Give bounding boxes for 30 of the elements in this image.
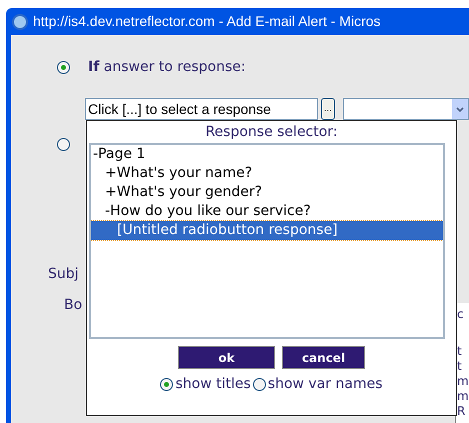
dialog-button[interactable]: cancel (282, 346, 365, 369)
response-list[interactable]: -Page 1 +What's your name? +What's your gender? -How do you like our service? [Untitled radiobutton response] (89, 143, 445, 339)
browse-button[interactable]: ... (320, 98, 336, 120)
option-label: show var names (268, 375, 382, 394)
radio-button[interactable] (57, 61, 70, 74)
response-field[interactable]: Click [...] to select a response (85, 98, 318, 120)
window-title: http://is4.dev.netreflector.com - Add E-mail Alert - Micros (33, 12, 381, 31)
text-fragment: c (456, 307, 464, 322)
radio-button[interactable] (160, 378, 174, 391)
tree-item[interactable]: -How do you like our service? (91, 202, 443, 221)
form-label: Bo (64, 296, 82, 315)
dialog-button[interactable]: ok (178, 346, 275, 369)
text-fragment: t (456, 344, 462, 359)
dropdown[interactable] (343, 98, 469, 120)
tree-item[interactable]: [Untitled radiobutton response] (91, 221, 443, 240)
text-fragment: m (456, 389, 469, 404)
form-label: Subj (48, 265, 79, 284)
tree-item[interactable]: +What's your name? (91, 164, 443, 183)
chevron-down-icon (456, 106, 464, 112)
radio-button[interactable] (57, 138, 70, 151)
text-fragment: R (456, 404, 466, 419)
popup-title: Response selector: (205, 123, 338, 142)
text-fragment: t (456, 359, 462, 374)
tree-item[interactable]: +What's your gender? (91, 183, 443, 202)
text-fragment: m (456, 374, 469, 389)
browser-icon (12, 14, 28, 30)
radio-button[interactable] (252, 378, 266, 391)
tree-item[interactable]: -Page 1 (91, 145, 443, 164)
option-label: show titles (175, 375, 251, 394)
option-label: If answer to response: (88, 58, 246, 77)
